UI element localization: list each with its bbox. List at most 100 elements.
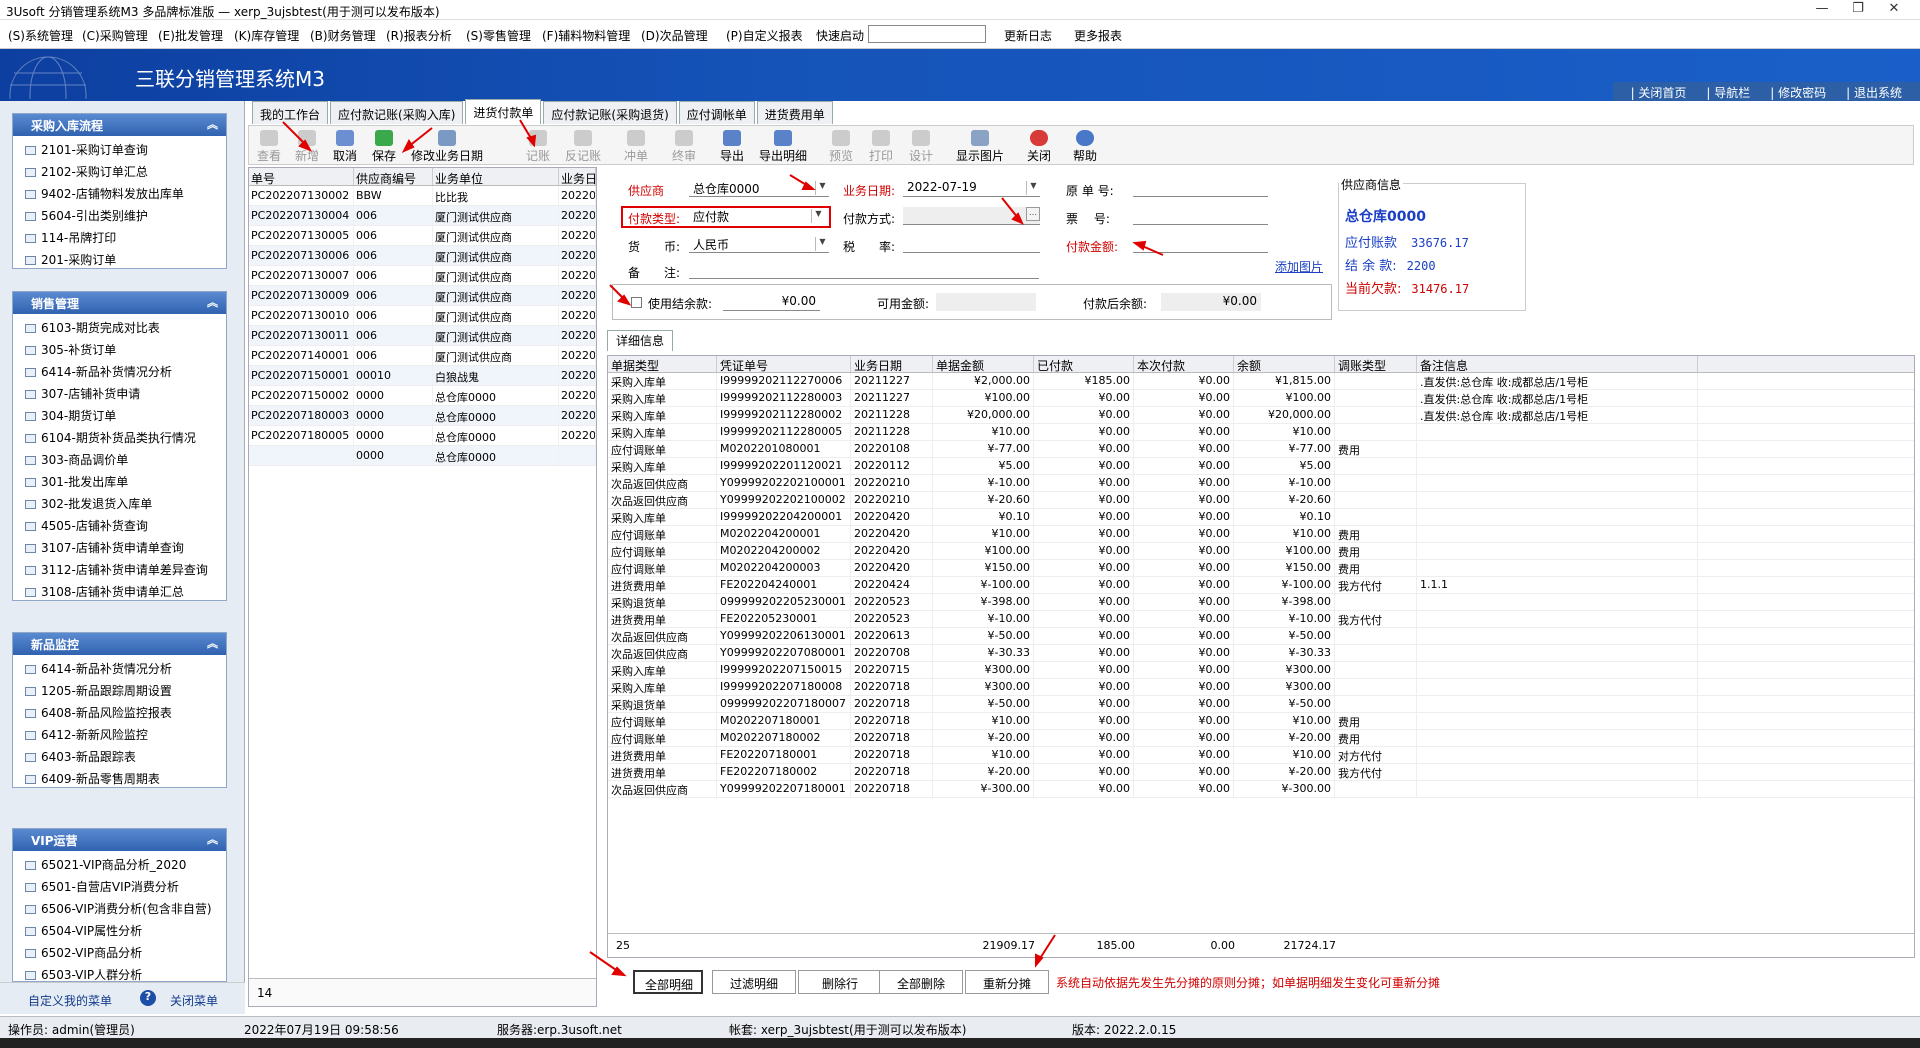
detail-row[interactable]: 次品返回供应商 Y09999202202100002 20220210 ¥-20.60…	[608, 492, 1914, 509]
list-row[interactable]: PC202207130009 006 厦门测试供应商 20220	[249, 286, 596, 306]
show-image-button[interactable]: 显示图片	[956, 130, 1004, 164]
col-balance[interactable]: 余额	[1234, 356, 1335, 372]
tax-field[interactable]	[903, 235, 1040, 253]
detail-row[interactable]: 应付调账单 M0202207180002 20220718 ¥-20.00 ¥0.00 ¥…	[608, 730, 1914, 747]
new-button[interactable]: 新增	[295, 130, 319, 164]
detail-row[interactable]: 进货费用单 FE202204240001 20220424 ¥-100.00 ¥0.00…	[608, 577, 1914, 594]
tab-purchase-expense[interactable]: 进货费用单	[756, 101, 833, 124]
nav-item[interactable]: 3108-店铺补货申请单汇总	[13, 578, 226, 600]
col-doc-no[interactable]: 单号	[249, 168, 354, 185]
nav-item[interactable]: 114-吊牌打印	[13, 224, 226, 246]
minimize-icon[interactable]: —	[1804, 1, 1840, 16]
detail-row[interactable]: 进货费用单 FE202207180001 20220718 ¥10.00 ¥0.00 ¥0…	[608, 747, 1914, 764]
remark-field[interactable]	[689, 261, 1039, 279]
supplier-field[interactable]: 总仓库0000	[689, 179, 829, 197]
currency-dropdown-icon[interactable]: ▼	[815, 237, 829, 251]
list-row[interactable]: PC202207180005 0000 总仓库0000 20220	[249, 426, 596, 446]
col-detail-date[interactable]: 业务日期	[851, 356, 933, 372]
nav-item[interactable]: 304-期货订单	[13, 402, 226, 424]
detail-row[interactable]: 采购入库单 I99999202112280005 20211228 ¥10.00 ¥0.…	[608, 424, 1914, 441]
detail-row[interactable]: 采购退货单 099999202207180007 20220718 ¥-50.00 ¥0…	[608, 696, 1914, 713]
ellipsis-icon[interactable]: …	[1026, 207, 1040, 221]
detail-row[interactable]: 采购入库单 I99999202201120021 20220112 ¥5.00 ¥0.0…	[608, 458, 1914, 475]
detail-row[interactable]: 次品返回供应商 Y09999202207080001 20220708 ¥-30.33…	[608, 645, 1914, 662]
save-button[interactable]: 保存	[372, 130, 396, 164]
paytype-field[interactable]: 应付款	[689, 207, 825, 225]
collapse-icon[interactable]: ︽	[207, 635, 218, 651]
detail-row[interactable]: 采购入库单 I99999202207180008 20220718 ¥300.00 ¥0…	[608, 679, 1914, 696]
list-row[interactable]: PC202207130004 006 厦门测试供应商 20220	[249, 206, 596, 226]
list-row[interactable]: PC202207130010 006 厦门测试供应商 20220	[249, 306, 596, 326]
tab-detail-info[interactable]: 详细信息	[607, 330, 674, 351]
menu-materials[interactable]: (F)辅料物料管理	[542, 27, 630, 44]
logout-link[interactable]: | 退出系统	[1836, 82, 1912, 101]
detail-row[interactable]: 次品返回供应商 Y09999202202100001 20220210 ¥-10.00…	[608, 475, 1914, 492]
menu-reports[interactable]: (R)报表分析	[386, 27, 452, 44]
nav-item[interactable]: 6503-VIP人群分析	[13, 961, 226, 981]
orig-no-field[interactable]	[1133, 179, 1268, 197]
nav-item[interactable]: 201-采购订单	[13, 246, 226, 268]
paymethod-field[interactable]	[903, 207, 1040, 225]
nav-item[interactable]: 4505-店铺补货查询	[13, 512, 226, 534]
detail-row[interactable]: 采购入库单 I99999202112270006 20211227 ¥2,000.00…	[608, 373, 1914, 390]
list-row[interactable]: PC202207130005 006 厦门测试供应商 20220	[249, 226, 596, 246]
view-button[interactable]: 查看	[257, 130, 281, 164]
col-biz-date[interactable]: 业务日	[559, 168, 596, 185]
menu-more-reports[interactable]: 更多报表	[1074, 27, 1122, 44]
restore-icon[interactable]: ❐	[1840, 1, 1876, 16]
nav-item[interactable]: 6412-新新风险监控	[13, 721, 226, 743]
paytype-dropdown-icon[interactable]: ▼	[811, 209, 825, 223]
detail-row[interactable]: 次品返回供应商 Y09999202207180001 20220718 ¥-300.0…	[608, 781, 1914, 798]
nav-item[interactable]: 6414-新品补货情况分析	[13, 655, 226, 677]
col-paid[interactable]: 已付款	[1034, 356, 1134, 372]
nav-item[interactable]: 6506-VIP消费分析(包含非自营)	[13, 895, 226, 917]
nav-item[interactable]: 1205-新品跟踪周期设置	[13, 677, 226, 699]
export-button[interactable]: 导出	[720, 130, 744, 164]
section-header[interactable]: 销售管理 ︽	[13, 292, 226, 314]
final-review-button[interactable]: 终审	[672, 130, 696, 164]
reallocate-button[interactable]: 重新分摊	[965, 970, 1049, 994]
menu-system[interactable]: (S)系统管理	[8, 27, 73, 44]
list-row[interactable]: PC202207130007 006 厦门测试供应商 20220	[249, 266, 596, 286]
help-button[interactable]: 帮助	[1073, 130, 1097, 164]
tab-purchase-payment[interactable]: 进货付款单	[465, 99, 542, 124]
nav-item[interactable]: 303-商品调价单	[13, 446, 226, 468]
delete-row-button[interactable]: 删除行	[798, 970, 882, 994]
add-image-link[interactable]: 添加图片	[1275, 258, 1323, 275]
detail-row[interactable]: 采购退货单 099999202205230001 20220523 ¥-398.00 ¥…	[608, 594, 1914, 611]
nav-item[interactable]: 6414-新品补货情况分析	[13, 358, 226, 380]
close-home-link[interactable]: | 关闭首页	[1621, 82, 1697, 101]
list-row[interactable]: PC202207180003 0000 总仓库0000 20220	[249, 406, 596, 426]
nav-item[interactable]: 65021-VIP商品分析_2020	[13, 851, 226, 873]
nav-item[interactable]: 6409-新品零售周期表	[13, 765, 226, 787]
tab-payable-posting-return[interactable]: 应付款记账(采购退货)	[543, 101, 677, 124]
nav-item[interactable]: 6501-自营店VIP消费分析	[13, 873, 226, 895]
unpost-button[interactable]: 反记账	[565, 130, 601, 164]
use-balance-checkbox[interactable]	[631, 297, 642, 308]
bizdate-field[interactable]: 2022-07-19	[903, 179, 1040, 197]
menu-purchase[interactable]: (C)采购管理	[82, 27, 148, 44]
cancel-button[interactable]: 取消	[333, 130, 357, 164]
detail-row[interactable]: 采购入库单 I99999202112280002 20211228 ¥20,000.0…	[608, 407, 1914, 424]
tab-payable-adjust[interactable]: 应付调帐单	[678, 101, 755, 124]
menu-retail[interactable]: (S)零售管理	[466, 27, 531, 44]
nav-item[interactable]: 6103-期货完成对比表	[13, 314, 226, 336]
detail-row[interactable]: 应付调账单 M0202207180001 20220718 ¥10.00 ¥0.00 ¥0…	[608, 713, 1914, 730]
list-row[interactable]: PC202207130011 006 厦门测试供应商 20220	[249, 326, 596, 346]
menu-inventory[interactable]: (K)库存管理	[234, 27, 299, 44]
design-button[interactable]: 设计	[909, 130, 933, 164]
nav-item[interactable]: 6403-新品跟踪表	[13, 743, 226, 765]
col-supplier-code[interactable]: 供应商编号	[354, 168, 433, 185]
amount-field[interactable]	[1133, 235, 1268, 253]
supplier-dropdown-icon[interactable]: ▼	[815, 181, 829, 195]
currency-field[interactable]: 人民币	[689, 235, 829, 253]
detail-row[interactable]: 应付调账单 M0202201080001 20220108 ¥-77.00 ¥0.00 ¥…	[608, 441, 1914, 458]
change-bizdate-button[interactable]: 修改业务日期	[411, 130, 483, 164]
date-dropdown-icon[interactable]: ▼	[1026, 181, 1040, 195]
nav-item[interactable]: 302-批发退货入库单	[13, 490, 226, 512]
nav-item[interactable]: 2102-采购订单汇总	[13, 158, 226, 180]
detail-row[interactable]: 应付调账单 M0202204200003 20220420 ¥150.00 ¥0.00 ¥…	[608, 560, 1914, 577]
tab-workbench[interactable]: 我的工作台	[252, 101, 329, 124]
menu-custom-reports[interactable]: (P)自定义报表	[726, 27, 803, 44]
collapse-icon[interactable]: ︽	[207, 116, 218, 132]
